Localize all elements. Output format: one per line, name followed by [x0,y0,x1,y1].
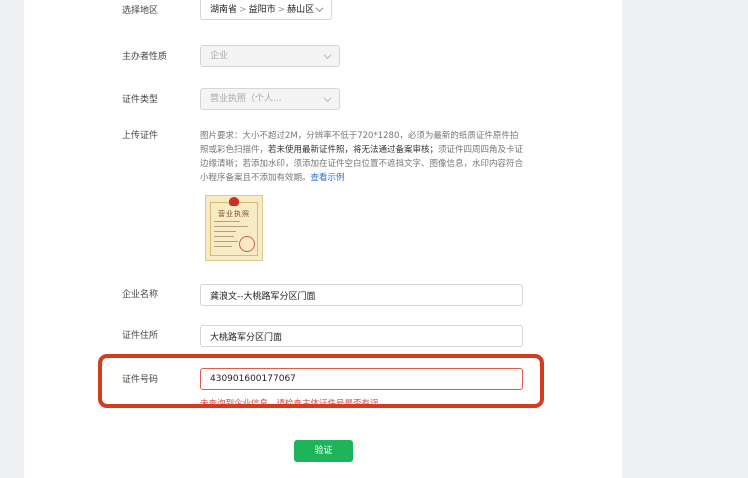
province-value: 湖南省 [210,5,238,15]
chevron-down-icon [323,95,332,104]
organizer-type-value: 企业 [210,51,229,61]
license-thumbnail[interactable]: 营业执照 [205,195,263,261]
cert-type-select[interactable]: 营业执照（个人... [200,88,340,110]
region-separator: > [239,5,247,15]
chevron-down-icon [323,52,332,61]
view-example-link[interactable]: 查看示例 [311,173,345,183]
cert-address-input[interactable] [200,325,523,347]
organizer-type-select[interactable]: 企业 [200,45,340,67]
license-text-line [214,241,238,242]
requirement-bold-text: 若未使用最新证件照，将无法通过备案审核； [268,145,439,155]
license-text-line [214,226,248,227]
city-value: 益阳市 [248,5,276,15]
upload-label: 上传证件 [122,131,159,141]
license-image-title: 营业执照 [218,210,250,218]
license-text-line [214,221,240,222]
cert-address-label: 证件住所 [122,331,159,341]
region-separator: > [277,5,286,15]
national-emblem-icon [229,197,239,206]
region-label: 选择地区 [122,6,159,16]
license-text-line [214,236,234,237]
company-name-label: 企业名称 [122,290,159,300]
company-name-input[interactable] [200,284,523,306]
region-select[interactable]: 湖南省 > 益阳市 > 赫山区 [200,0,332,20]
verify-button[interactable]: 验证 [294,440,353,462]
highlight-annotation [98,354,544,408]
cert-type-label: 证件类型 [122,95,159,105]
license-text-line [214,246,232,247]
organizer-type-label: 主办者性质 [122,52,168,62]
cert-type-value: 营业执照（个人... [210,94,282,104]
upload-requirements: 图片要求：大小不超过2M，分辨率不低于720*1280，必须为最新的纸质证件原件… [200,129,526,185]
district-value: 赫山区 [287,5,315,15]
license-text-line [214,231,236,232]
seal-stamp-icon [239,236,255,252]
chevron-down-icon [315,5,324,14]
